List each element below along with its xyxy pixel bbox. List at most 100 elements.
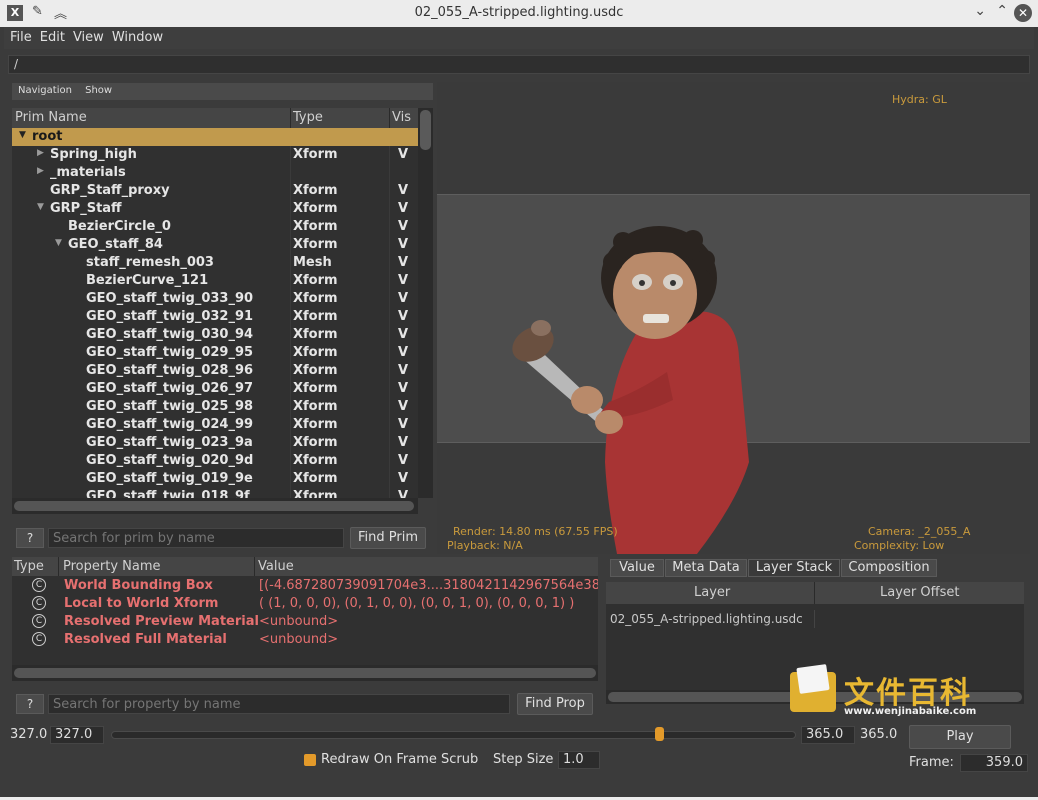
tree-row[interactable]: BezierCurve_121 Xform V — [12, 272, 418, 290]
tree-row[interactable]: GEO_staff_twig_024_99 Xform V — [12, 416, 418, 434]
tab-composition[interactable]: Composition — [841, 559, 937, 577]
property-row[interactable]: C World Bounding Box [(-4.687280739091704e… — [12, 577, 598, 595]
prim-visibility[interactable]: V — [398, 147, 408, 162]
tree-row[interactable]: GEO_staff_twig_029_95 Xform V — [12, 344, 418, 362]
tree-row[interactable]: GEO_staff_twig_033_90 Xform V — [12, 290, 418, 308]
expanded-arrow-icon[interactable]: ▼ — [55, 238, 62, 248]
prim-visibility[interactable]: V — [398, 237, 408, 252]
tree-row[interactable]: ▶ _materials — [12, 164, 418, 182]
close-icon[interactable]: ✕ — [1014, 4, 1032, 22]
current-frame-field[interactable]: 359.0 — [960, 754, 1028, 772]
play-button[interactable]: Play — [909, 725, 1011, 749]
start-frame-field[interactable]: 327.0 — [50, 726, 104, 744]
prim-visibility[interactable]: V — [398, 363, 408, 378]
prim-visibility[interactable]: V — [398, 381, 408, 396]
menu-edit[interactable]: Edit — [36, 27, 69, 45]
prim-tree[interactable]: Prim Name Type Vis ▼ root ▶ Spring_high Xfor… — [12, 108, 418, 498]
tree-row[interactable]: ▼ GRP_Staff Xform V — [12, 200, 418, 218]
prim-visibility[interactable]: V — [398, 327, 408, 342]
prim-visibility[interactable]: V — [398, 435, 408, 450]
prim-type: Xform — [293, 201, 338, 216]
step-size-label: Step Size — [493, 752, 554, 767]
menu-view[interactable]: View — [69, 27, 108, 45]
prop-help-button[interactable]: ? — [16, 694, 44, 714]
tree-row[interactable]: GEO_staff_twig_025_98 Xform V — [12, 398, 418, 416]
property-hscrollbar[interactable] — [12, 665, 598, 681]
prim-path-field[interactable]: / — [8, 55, 1030, 74]
tree-row[interactable]: ▶ Spring_high Xform V — [12, 146, 418, 164]
redraw-label: Redraw On Frame Scrub — [321, 752, 479, 767]
step-size-field[interactable]: 1.0 — [558, 751, 600, 769]
navigation-menu[interactable]: Navigation — [18, 85, 72, 96]
prim-visibility[interactable]: V — [398, 255, 408, 270]
column-prim-name[interactable]: Prim Name — [15, 110, 87, 125]
tree-row[interactable]: GEO_staff_twig_020_9d Xform V — [12, 452, 418, 470]
frame-slider-handle[interactable] — [655, 727, 664, 741]
tree-row[interactable]: GRP_Staff_proxy Xform V — [12, 182, 418, 200]
prim-visibility[interactable]: V — [398, 309, 408, 324]
prim-visibility[interactable]: V — [398, 417, 408, 432]
tree-row[interactable]: GEO_staff_twig_023_9a Xform V — [12, 434, 418, 452]
tree-row[interactable]: staff_remesh_003 Mesh V — [12, 254, 418, 272]
property-search-input[interactable] — [48, 694, 510, 714]
redraw-checkbox[interactable] — [304, 754, 316, 766]
property-row[interactable]: C Resolved Full Material <unbound> — [12, 631, 598, 649]
prim-visibility[interactable]: V — [398, 201, 408, 216]
tree-row[interactable]: GEO_staff_twig_019_9e Xform V — [12, 470, 418, 488]
tree-row[interactable]: ▼ root — [12, 128, 418, 146]
prim-tree-hscrollbar[interactable] — [12, 498, 418, 514]
folder-icon — [790, 672, 836, 712]
prim-visibility[interactable]: V — [398, 453, 408, 468]
tab-layer-stack[interactable]: Layer Stack — [748, 559, 840, 577]
tree-row[interactable]: GEO_staff_twig_032_91 Xform V — [12, 308, 418, 326]
frame-slider[interactable] — [111, 731, 796, 739]
collapsed-arrow-icon[interactable]: ▶ — [37, 166, 44, 176]
menu-file[interactable]: File — [4, 27, 36, 45]
prim-visibility[interactable]: V — [398, 345, 408, 360]
maximize-icon[interactable]: ⌃ — [996, 3, 1008, 19]
expanded-arrow-icon[interactable]: ▼ — [19, 130, 26, 140]
property-table[interactable]: Type Property Name Value C World Bounding… — [12, 557, 598, 665]
prim-name: GEO_staff_twig_020_9d — [86, 453, 254, 468]
expanded-arrow-icon[interactable]: ▼ — [37, 202, 44, 212]
column-layer[interactable]: Layer — [694, 585, 730, 600]
tree-row[interactable]: GEO_staff_twig_030_94 Xform V — [12, 326, 418, 344]
tree-row[interactable]: GEO_staff_twig_026_97 Xform V — [12, 380, 418, 398]
prim-help-button[interactable]: ? — [16, 528, 44, 548]
prim-search-input[interactable] — [48, 528, 344, 548]
find-prim-button[interactable]: Find Prim — [350, 527, 426, 549]
tab-value[interactable]: Value — [610, 559, 664, 577]
menu-window[interactable]: Window — [108, 27, 167, 45]
prim-visibility[interactable]: V — [398, 183, 408, 198]
collapsed-arrow-icon[interactable]: ▶ — [37, 148, 44, 158]
prim-visibility[interactable]: V — [398, 219, 408, 234]
prim-tree-header: Prim Name Type Vis — [12, 108, 418, 128]
prim-visibility[interactable]: V — [398, 273, 408, 288]
column-vis[interactable]: Vis — [392, 110, 411, 125]
prim-tree-vscrollbar[interactable] — [418, 108, 433, 498]
prim-visibility[interactable]: V — [398, 471, 408, 486]
show-menu[interactable]: Show — [85, 85, 112, 96]
end-frame-field[interactable]: 365.0 — [801, 726, 855, 744]
column-property-name[interactable]: Property Name — [63, 559, 161, 574]
column-type[interactable]: Type — [293, 110, 323, 125]
layer-row[interactable]: 02_055_A-stripped.lighting.usdc — [606, 610, 1024, 628]
find-prop-button[interactable]: Find Prop — [517, 693, 593, 715]
tree-row[interactable]: GEO_staff_twig_018_9f Xform V — [12, 488, 418, 498]
property-value: ( (1, 0, 0, 0), (0, 1, 0, 0), (0, 0, 1, … — [259, 596, 575, 611]
tab-meta-data[interactable]: Meta Data — [665, 559, 747, 577]
tree-row[interactable]: GEO_staff_twig_028_96 Xform V — [12, 362, 418, 380]
minimize-icon[interactable]: ⌄ — [974, 3, 986, 19]
prim-visibility[interactable]: V — [398, 489, 408, 498]
tree-row[interactable]: ▼ GEO_staff_84 Xform V — [12, 236, 418, 254]
3d-viewport[interactable]: Hydra: GL Render: 14.80 ms (67.55 FPS) P… — [437, 82, 1030, 554]
property-row[interactable]: C Local to World Xform ( (1, 0, 0, 0), (0,… — [12, 595, 598, 613]
column-layer-offset[interactable]: Layer Offset — [880, 585, 959, 600]
prim-name: GRP_Staff — [50, 201, 122, 216]
tree-row[interactable]: BezierCircle_0 Xform V — [12, 218, 418, 236]
column-value[interactable]: Value — [258, 559, 294, 574]
property-row[interactable]: C Resolved Preview Material <unbound> — [12, 613, 598, 631]
column-type[interactable]: Type — [14, 559, 44, 574]
prim-visibility[interactable]: V — [398, 399, 408, 414]
prim-visibility[interactable]: V — [398, 291, 408, 306]
